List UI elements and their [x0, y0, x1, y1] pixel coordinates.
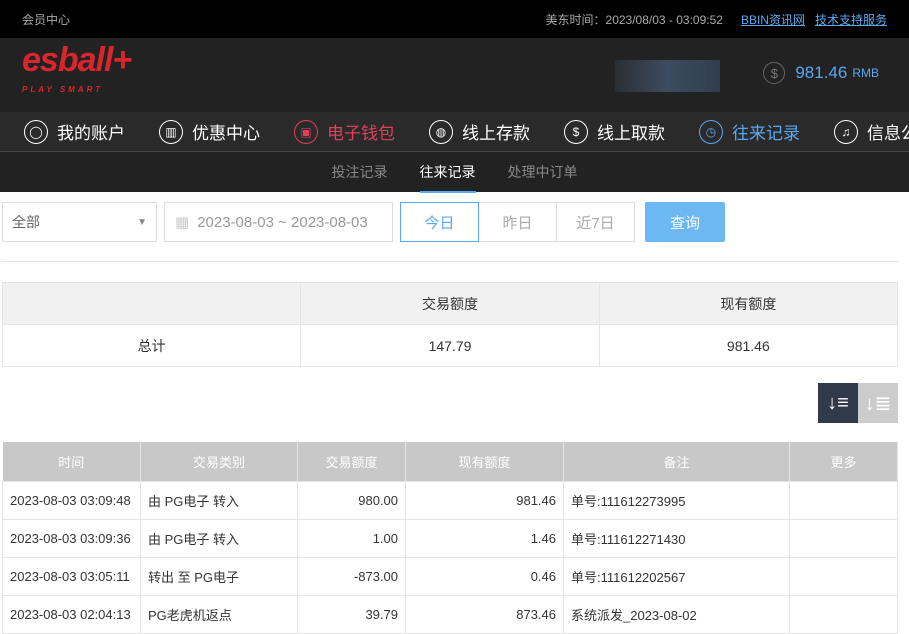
- cell-balance: 0.46: [405, 556, 564, 596]
- table-row: 2023-08-03 02:04:13 PG老虎机返点 39.79 873.46 系统派…: [2, 594, 898, 634]
- col-time: 时间: [2, 442, 141, 481]
- cell-time: 2023-08-03 03:09:48: [2, 480, 141, 520]
- summary-table: 交易额度 现有额度 总计 147.79 981.46: [1, 282, 899, 367]
- gift-icon: ▥: [159, 119, 183, 144]
- support-link[interactable]: 技术支持服务: [815, 11, 887, 28]
- tab-pending-orders[interactable]: 处理中订单: [508, 162, 578, 182]
- cell-type: PG老虎机返点: [140, 594, 298, 634]
- nav-account[interactable]: ◯ 我的账户: [24, 119, 125, 144]
- summary-total-label: 总计: [1, 324, 302, 367]
- filter-bar: 全部 ▼ ▦ 2023-08-03 ~ 2023-08-03 今日 昨日 近7日 查…: [2, 202, 725, 242]
- nav-records[interactable]: ◷ 往来记录: [699, 119, 800, 144]
- cell-amount: 1.00: [297, 518, 406, 558]
- cell-more[interactable]: [789, 480, 898, 520]
- cell-amount: 39.79: [297, 594, 406, 634]
- sub-tabs: 投注记录 往来记录 处理中订单: [0, 152, 909, 193]
- nav-announcements[interactable]: ♫信息公告: [834, 119, 909, 144]
- cell-time: 2023-08-03 03:09:36: [2, 518, 141, 558]
- main-nav: ◯我的账户 ▥优惠中心 ▣电子钱包 ◍线上存款 $线上取款 ◷往来记录 ♫信息公…: [0, 112, 909, 152]
- cell-note: 单号:111612273995: [563, 480, 790, 520]
- col-type: 交易类别: [140, 442, 298, 481]
- summary-amount: 147.79: [300, 324, 600, 367]
- col-balance: 现有额度: [405, 442, 564, 481]
- dollar-icon: $: [763, 62, 786, 84]
- cell-time: 2023-08-03 03:05:11: [2, 556, 141, 596]
- cell-more[interactable]: [789, 518, 898, 558]
- today-button[interactable]: 今日: [400, 202, 479, 242]
- cell-note: 单号:111612271430: [563, 518, 790, 558]
- sort-toggle: ↓≡ ↓≣: [818, 383, 898, 423]
- top-bar: 会员中心 美东时间：2023/08/03 - 03:09:52 BBIN资讯网 …: [0, 0, 909, 38]
- member-center-label: 会员中心: [22, 12, 71, 27]
- nav-withdraw[interactable]: $ 线上取款: [564, 119, 665, 144]
- cell-note: 系统派发_2023-08-02: [563, 594, 790, 634]
- withdraw-icon: $: [564, 119, 588, 144]
- yesterday-button[interactable]: 昨日: [478, 202, 557, 242]
- summary-header-balance: 现有额度: [598, 282, 899, 325]
- date-range-input[interactable]: ▦ 2023-08-03 ~ 2023-08-03: [164, 202, 393, 242]
- cell-type: 由 PG电子 转入: [140, 518, 298, 558]
- sort-desc-icon[interactable]: ↓≡: [818, 383, 858, 423]
- balance-display: $ 981.46 RMB: [763, 62, 879, 84]
- cell-more[interactable]: [789, 594, 898, 634]
- cell-balance: 981.46: [405, 480, 564, 520]
- table-row: 2023-08-03 03:05:11 转出 至 PG电子 -873.00 0.46 单…: [2, 556, 898, 596]
- cell-type: 由 PG电子 转入: [140, 480, 298, 520]
- sort-asc-icon[interactable]: ↓≣: [858, 383, 898, 423]
- tab-bet-records[interactable]: 投注记录: [332, 162, 388, 182]
- wallet-icon: ▣: [294, 119, 318, 144]
- summary-balance: 981.46: [598, 324, 899, 367]
- calendar-icon: ▦: [175, 214, 190, 231]
- last-7-days-button[interactable]: 近7日: [556, 202, 635, 242]
- table-row: 2023-08-03 03:09:36 由 PG电子 转入 1.00 1.46 单号:1…: [2, 518, 898, 558]
- col-note: 备注: [563, 442, 790, 481]
- bell-icon: ♫: [834, 119, 858, 144]
- cell-note: 单号:111612202567: [563, 556, 790, 596]
- balance-currency: RMB: [852, 66, 879, 80]
- logo[interactable]: esball+ PLAY SMART: [22, 43, 132, 105]
- cell-amount: 980.00: [297, 480, 406, 520]
- server-time: 美东时间：2023/08/03 - 03:09:52: [545, 12, 723, 27]
- user-icon: ◯: [24, 119, 48, 144]
- cell-time: 2023-08-03 02:04:13: [2, 594, 141, 634]
- cell-balance: 1.46: [405, 518, 564, 558]
- records-icon: ◷: [699, 119, 723, 144]
- bbin-news-link[interactable]: BBIN资讯网: [741, 11, 805, 28]
- col-amount: 交易额度: [297, 442, 406, 481]
- nav-promotions[interactable]: ▥ 优惠中心: [159, 119, 260, 144]
- search-button[interactable]: 查询: [645, 202, 725, 242]
- header: esball+ PLAY SMART $ 981.46 RMB: [0, 38, 909, 112]
- balance-value: 981.46: [795, 63, 848, 82]
- dropdown-arrow-icon: ▼: [137, 216, 147, 228]
- nav-wallet[interactable]: ▣ 电子钱包: [294, 119, 395, 144]
- deposit-icon: ◍: [429, 119, 453, 144]
- summary-header-amount: 交易额度: [300, 282, 600, 325]
- cell-more[interactable]: [789, 556, 898, 596]
- type-select[interactable]: 全部 ▼: [2, 202, 157, 242]
- transactions-table: 时间 交易类别 交易额度 现有额度 备注 更多 2023-08-03 03:09…: [2, 442, 898, 634]
- col-more: 更多: [789, 442, 898, 481]
- divider: [2, 261, 898, 262]
- username-blurred: [615, 60, 720, 92]
- cell-balance: 873.46: [405, 594, 564, 634]
- nav-deposit[interactable]: ◍ 线上存款: [429, 119, 530, 144]
- table-row: 2023-08-03 03:09:48 由 PG电子 转入 980.00 981.46…: [2, 480, 898, 520]
- cell-type: 转出 至 PG电子: [140, 556, 298, 596]
- cell-amount: -873.00: [297, 556, 406, 596]
- tab-transactions[interactable]: 往来记录: [419, 152, 476, 193]
